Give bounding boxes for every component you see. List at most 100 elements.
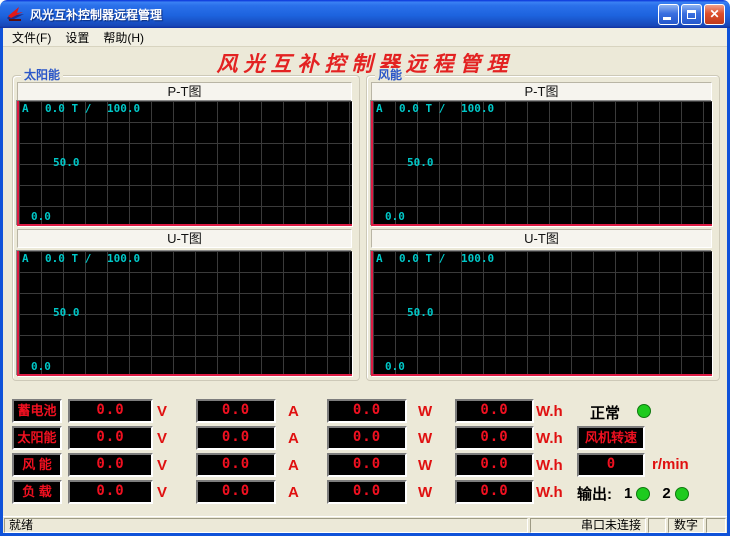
energy-unit: W.h <box>536 430 563 447</box>
page-title: 风光互补控制器远程管理 <box>3 48 727 78</box>
status-spacer <box>706 518 726 533</box>
y-min-label: 0.0 <box>385 361 405 372</box>
load-energy-display: 0.0 <box>455 480 534 504</box>
y-min-label: 0.0 <box>31 211 51 222</box>
axis-label: A <box>22 253 29 264</box>
current-unit: A <box>288 403 299 420</box>
app-icon <box>6 6 25 23</box>
voltage-unit: V <box>157 484 167 501</box>
current-unit: A <box>288 484 299 501</box>
battery-current-display: 0.0 <box>196 399 276 423</box>
power-unit: W <box>418 484 432 501</box>
groupbox-solar: 太阳能 P-T图 A 0.0 T / 100.0 50.0 0.0 U-T图 A… <box>12 75 360 381</box>
status-spacer <box>648 518 666 533</box>
row-label: 太阳能 <box>12 426 62 450</box>
current-unit: A <box>288 457 299 474</box>
solar-voltage-display: 0.0 <box>68 426 153 450</box>
status-serial-connection: 串口未连接 <box>530 518 646 533</box>
status-bar: 就绪 串口未连接 数字 <box>3 516 727 533</box>
menu-settings[interactable]: 设置 <box>58 27 96 48</box>
app-window: 风光互补控制器远程管理 ✕ 文件(F) 设置 帮助(H) 风光互补控制器远程管理… <box>0 0 730 536</box>
output2-indicator <box>675 487 689 501</box>
power-unit: W <box>418 457 432 474</box>
chart-title-solar-pt: P-T图 <box>17 82 352 101</box>
chart-solar-ut: A 0.0 T / 100.0 50.0 0.0 <box>17 251 352 376</box>
menu-help[interactable]: 帮助(H) <box>96 27 151 48</box>
voltage-unit: V <box>157 430 167 447</box>
y-min-label: 0.0 <box>31 361 51 372</box>
title-bar[interactable]: 风光互补控制器远程管理 ✕ <box>0 0 730 28</box>
time-max: 100.0 <box>107 103 140 114</box>
client-area: 风光互补控制器远程管理 太阳能 P-T图 A 0.0 T / 100.0 50.… <box>3 47 727 518</box>
wind-voltage-display: 0.0 <box>68 453 153 477</box>
voltage-unit: V <box>157 457 167 474</box>
menu-bar: 文件(F) 设置 帮助(H) <box>3 28 727 47</box>
window-title: 风光互补控制器远程管理 <box>30 6 656 23</box>
y-mid-label: 50.0 <box>407 157 434 168</box>
time-max: 100.0 <box>461 103 494 114</box>
axis-label: A <box>22 103 29 114</box>
row-label: 风 能 <box>12 453 62 477</box>
chart-title-wind-pt: P-T图 <box>371 82 712 101</box>
minimize-icon <box>663 17 671 20</box>
time-label: 0.0 T / <box>399 253 445 264</box>
fan-speed-unit: r/min <box>652 456 689 473</box>
wind-power-display: 0.0 <box>327 453 407 477</box>
time-label: 0.0 T / <box>399 103 445 114</box>
groupbox-wind-label: 风能 <box>375 68 405 82</box>
solar-power-display: 0.0 <box>327 426 407 450</box>
maximize-button[interactable] <box>681 4 702 25</box>
load-power-display: 0.0 <box>327 480 407 504</box>
output2-number: 2 <box>662 485 670 502</box>
chart-title-solar-ut: U-T图 <box>17 229 352 248</box>
window-frame: 文件(F) 设置 帮助(H) 风光互补控制器远程管理 太阳能 P-T图 A 0.… <box>0 28 730 536</box>
y-mid-label: 50.0 <box>53 307 80 318</box>
power-unit: W <box>418 403 432 420</box>
solar-energy-display: 0.0 <box>455 426 534 450</box>
status-ready: 就绪 <box>4 518 528 533</box>
groupbox-solar-label: 太阳能 <box>21 68 63 82</box>
chart-wind-pt: A 0.0 T / 100.0 50.0 0.0 <box>371 101 712 226</box>
load-voltage-display: 0.0 <box>68 480 153 504</box>
energy-unit: W.h <box>536 403 563 420</box>
current-unit: A <box>288 430 299 447</box>
axis-label: A <box>376 253 383 264</box>
maximize-icon <box>687 10 696 19</box>
wind-energy-display: 0.0 <box>455 453 534 477</box>
battery-power-display: 0.0 <box>327 399 407 423</box>
power-unit: W <box>418 430 432 447</box>
y-min-label: 0.0 <box>385 211 405 222</box>
time-max: 100.0 <box>107 253 140 264</box>
time-max: 100.0 <box>461 253 494 264</box>
time-label: 0.0 T / <box>45 253 91 264</box>
groupbox-wind: 风能 P-T图 A 0.0 T / 100.0 50.0 0.0 U-T图 A … <box>366 75 720 381</box>
output1-number: 1 <box>624 485 632 502</box>
chart-title-wind-ut: U-T图 <box>371 229 712 248</box>
wind-current-display: 0.0 <box>196 453 276 477</box>
axis-label: A <box>376 103 383 114</box>
solar-current-display: 0.0 <box>196 426 276 450</box>
energy-unit: W.h <box>536 457 563 474</box>
system-status-label: 正常 <box>590 402 620 423</box>
output-status: 输出: 1 2 <box>577 483 689 504</box>
energy-unit: W.h <box>536 484 563 501</box>
y-mid-label: 50.0 <box>53 157 80 168</box>
battery-voltage-display: 0.0 <box>68 399 153 423</box>
load-current-display: 0.0 <box>196 480 276 504</box>
voltage-unit: V <box>157 403 167 420</box>
system-status-indicator <box>637 404 651 418</box>
status-num-indicator: 数字 <box>668 518 704 533</box>
minimize-button[interactable] <box>658 4 679 25</box>
fan-speed-display: 0 <box>577 453 645 477</box>
chart-wind-ut: A 0.0 T / 100.0 50.0 0.0 <box>371 251 712 376</box>
y-mid-label: 50.0 <box>407 307 434 318</box>
output-label: 输出: <box>577 483 612 504</box>
menu-file[interactable]: 文件(F) <box>5 27 58 48</box>
battery-energy-display: 0.0 <box>455 399 534 423</box>
fan-speed-label: 风机转速 <box>577 426 645 450</box>
row-label: 蓄电池 <box>12 399 62 423</box>
close-button[interactable]: ✕ <box>704 4 725 25</box>
chart-solar-pt: A 0.0 T / 100.0 50.0 0.0 <box>17 101 352 226</box>
output1-indicator <box>636 487 650 501</box>
row-label: 负 载 <box>12 480 62 504</box>
